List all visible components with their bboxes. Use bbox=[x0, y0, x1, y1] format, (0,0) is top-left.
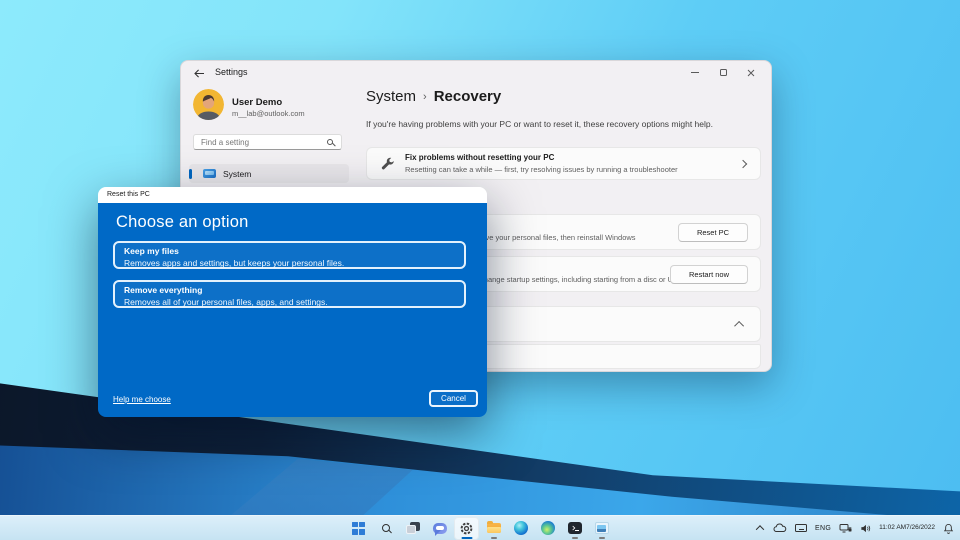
system-icon bbox=[203, 169, 216, 178]
task-view-icon bbox=[406, 522, 420, 534]
system-tray: ENG 11:02 AM 7/26/2022 bbox=[752, 516, 956, 540]
help-me-choose-link[interactable]: Help me choose bbox=[113, 395, 171, 404]
sidebar-item-label: System bbox=[223, 169, 251, 179]
onedrive-button[interactable] bbox=[771, 518, 789, 539]
taskbar: ENG 11:02 AM 7/26/2022 bbox=[0, 515, 960, 540]
card-subtitle: Resetting can take a while — first, try … bbox=[405, 165, 740, 174]
active-indicator bbox=[461, 537, 472, 539]
dialog-titlebar: Reset this PC bbox=[98, 187, 487, 203]
dialog-heading: Choose an option bbox=[116, 213, 249, 232]
chat-icon bbox=[433, 523, 447, 534]
user-email: m__lab@outlook.com bbox=[232, 109, 305, 118]
settings-taskbar-button[interactable] bbox=[454, 517, 479, 540]
keyboard-icon bbox=[795, 524, 807, 532]
restart-now-button[interactable]: Restart now bbox=[670, 265, 748, 284]
touch-keyboard-button[interactable] bbox=[793, 518, 809, 539]
breadcrumb: System › Recovery bbox=[366, 88, 501, 105]
hidden-icons-button[interactable] bbox=[752, 518, 767, 539]
fix-problems-card[interactable]: Fix problems without resetting your PC R… bbox=[366, 147, 761, 180]
open-indicator bbox=[599, 537, 605, 539]
clock[interactable]: 11:02 AM 7/26/2022 bbox=[877, 518, 937, 539]
search-icon bbox=[327, 139, 333, 145]
search-icon bbox=[382, 524, 390, 532]
settings-search-box[interactable] bbox=[193, 134, 342, 150]
cancel-button[interactable]: Cancel bbox=[429, 390, 478, 407]
option-description: Removes all of your personal files, apps… bbox=[124, 297, 464, 307]
taskbar-search-button[interactable] bbox=[373, 517, 398, 540]
speaker-icon bbox=[860, 523, 871, 534]
start-icon bbox=[352, 522, 365, 535]
file-explorer-icon bbox=[487, 523, 501, 533]
desktop: Settings User Demo m__lab@outlook.co bbox=[0, 0, 960, 540]
breadcrumb-parent[interactable]: System bbox=[366, 88, 416, 105]
avatar[interactable] bbox=[193, 89, 224, 120]
dialog-body: Choose an option Keep my files Removes a… bbox=[98, 203, 487, 417]
task-view-button[interactable] bbox=[400, 517, 425, 540]
breadcrumb-current: Recovery bbox=[434, 88, 502, 105]
open-indicator bbox=[572, 537, 578, 539]
start-button[interactable] bbox=[346, 517, 371, 540]
option-title: Remove everything bbox=[124, 285, 464, 295]
page-description: If you're having problems with your PC o… bbox=[366, 119, 758, 129]
volume-button[interactable] bbox=[858, 518, 873, 539]
chevron-up-icon bbox=[755, 525, 763, 533]
notifications-button[interactable] bbox=[941, 518, 956, 539]
option-description: Removes apps and settings, but keeps you… bbox=[124, 258, 464, 268]
tray-time: 11:02 AM bbox=[879, 524, 906, 532]
option-remove-everything[interactable]: Remove everything Removes all of your pe… bbox=[113, 280, 466, 308]
back-button[interactable] bbox=[191, 66, 207, 80]
tray-date: 7/26/2022 bbox=[906, 524, 935, 532]
bell-icon bbox=[943, 523, 954, 534]
reset-dialog: Reset this PC Choose an option Keep my f… bbox=[98, 187, 487, 417]
terminal-icon bbox=[568, 522, 582, 534]
gear-icon bbox=[459, 521, 474, 536]
search-input[interactable] bbox=[194, 136, 327, 148]
selected-accent-bar bbox=[189, 169, 192, 179]
language-label: ENG bbox=[815, 525, 831, 532]
language-button[interactable]: ENG bbox=[813, 518, 833, 539]
edge-button[interactable] bbox=[508, 517, 533, 540]
window-title: Settings bbox=[215, 67, 248, 77]
file-explorer-button[interactable] bbox=[481, 517, 506, 540]
photos-icon bbox=[595, 522, 609, 534]
chevron-right-icon bbox=[739, 159, 747, 167]
open-indicator bbox=[491, 537, 497, 539]
terminal-button[interactable] bbox=[562, 517, 587, 540]
dialog-title: Reset this PC bbox=[107, 191, 150, 198]
back-arrow-icon bbox=[194, 69, 205, 78]
chat-button[interactable] bbox=[427, 517, 452, 540]
sidebar-item-system[interactable]: System bbox=[189, 164, 349, 183]
network-icon bbox=[839, 523, 852, 534]
cloud-icon bbox=[773, 523, 787, 533]
user-avatar-image bbox=[193, 89, 224, 120]
wrench-icon bbox=[380, 156, 395, 171]
card-title: Fix problems without resetting your PC bbox=[405, 153, 740, 162]
user-name: User Demo bbox=[232, 97, 282, 108]
reset-pc-button[interactable]: Reset PC bbox=[678, 223, 748, 242]
edge-icon bbox=[514, 521, 528, 535]
network-button[interactable] bbox=[837, 518, 854, 539]
edge-beta-icon bbox=[541, 521, 555, 535]
option-keep-my-files[interactable]: Keep my files Removes apps and settings,… bbox=[113, 241, 466, 269]
breadcrumb-separator-icon: › bbox=[423, 91, 427, 103]
edge-beta-button[interactable] bbox=[535, 517, 560, 540]
photos-button[interactable] bbox=[589, 517, 614, 540]
option-title: Keep my files bbox=[124, 246, 464, 256]
taskbar-pinned-icons bbox=[346, 516, 614, 540]
chevron-up-icon bbox=[734, 320, 744, 330]
